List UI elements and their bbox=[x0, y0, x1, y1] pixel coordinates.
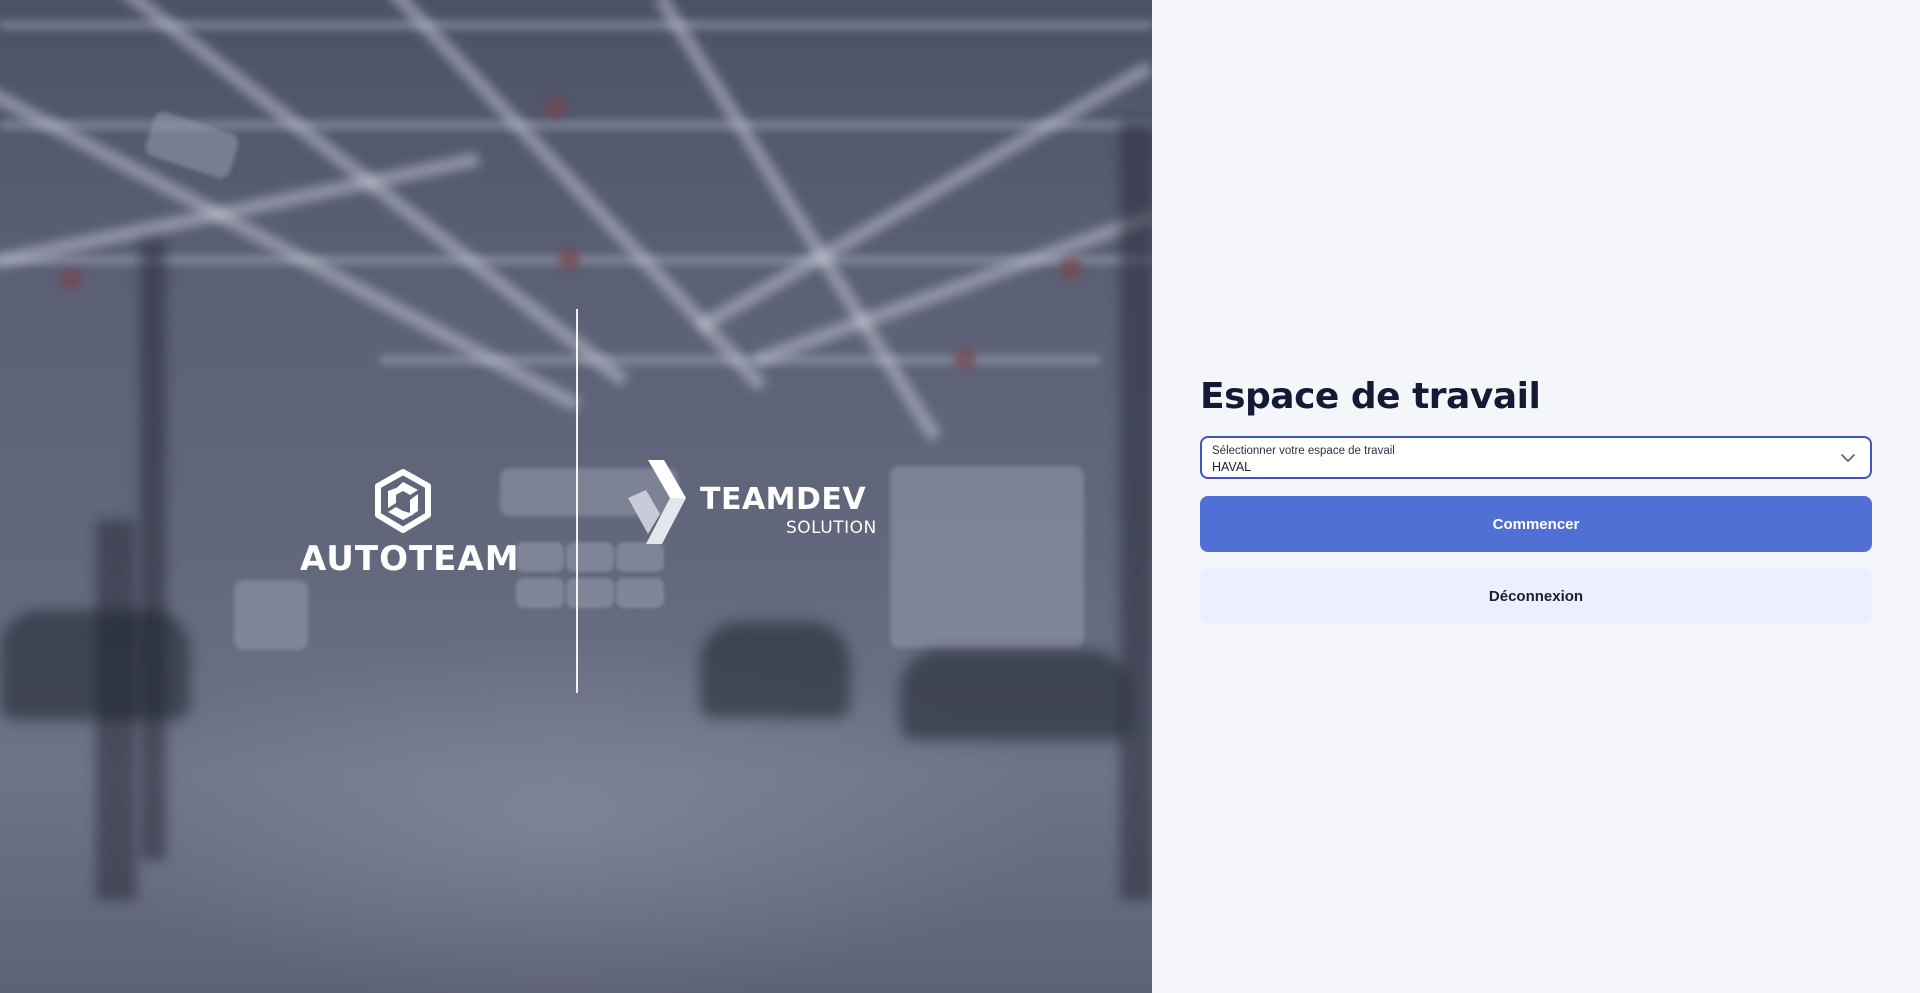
teamdev-subtitle: SOLUTION bbox=[786, 518, 877, 538]
start-button[interactable]: Commencer bbox=[1200, 496, 1872, 552]
hero-background: AUTOTEAM TEAMDEV SOLUTION bbox=[0, 0, 1152, 993]
autoteam-logo: AUTOTEAM bbox=[300, 468, 520, 579]
page-title: Espace de travail bbox=[1200, 376, 1541, 417]
chevron-down-icon[interactable] bbox=[1840, 450, 1856, 466]
workspace-select[interactable]: Sélectionner votre espace de travail HAV… bbox=[1200, 436, 1872, 479]
teamdev-wordmark: TEAMDEV bbox=[700, 482, 867, 517]
logout-button[interactable]: Déconnexion bbox=[1200, 568, 1872, 624]
autoteam-wordmark: AUTOTEAM bbox=[300, 539, 520, 579]
workspace-panel: Espace de travail Sélectionner votre esp… bbox=[1152, 0, 1920, 993]
workspace-select-label: Sélectionner votre espace de travail bbox=[1212, 445, 1395, 457]
logo-divider bbox=[576, 309, 578, 693]
workspace-select-value: HAVAL bbox=[1212, 460, 1252, 474]
autoteam-hexagon-logo-icon bbox=[375, 469, 431, 533]
teamdev-logo: TEAMDEV SOLUTION bbox=[626, 458, 886, 548]
teamdev-chevron-logo-icon bbox=[628, 460, 686, 544]
